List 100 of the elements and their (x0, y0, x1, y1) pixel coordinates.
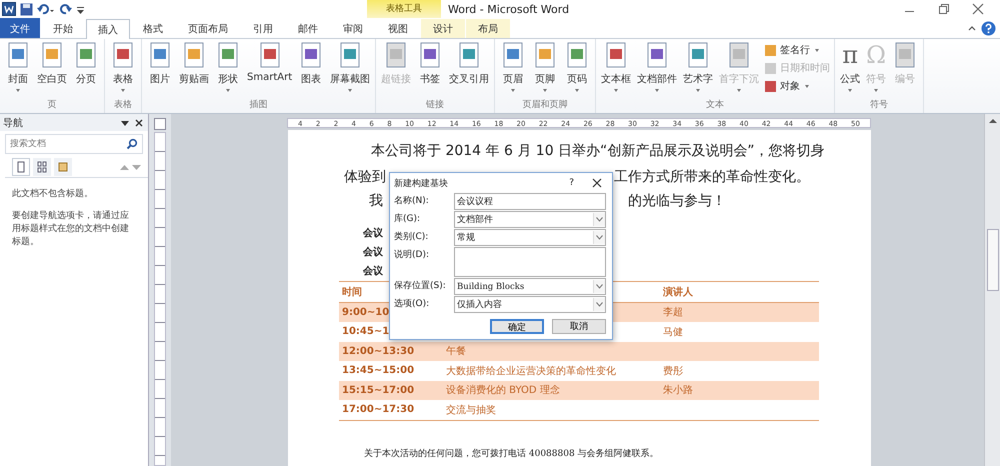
pages-icon (58, 161, 68, 173)
field-label: 会议 (363, 247, 383, 258)
group-label: 符号 (869, 98, 890, 112)
ribbon-tab[interactable]: 文件 (0, 18, 40, 38)
ribbon-tab[interactable]: 审阅 (331, 19, 375, 38)
caret-icon (596, 302, 603, 307)
paragraph-text: 工作方式所带来的革命性变化。 (614, 168, 810, 187)
pane-title: 导航 (3, 116, 23, 130)
dropdown[interactable]: 文档部件 (454, 211, 606, 228)
close-icon[interactable] (135, 118, 143, 126)
caret-icon (596, 284, 603, 289)
dropdown[interactable]: 常规 (454, 229, 606, 246)
field-label: 会议 (363, 228, 383, 239)
ribbon-small-button[interactable]: 对象 (762, 78, 832, 94)
caret-icon (596, 217, 603, 222)
help-icon[interactable] (981, 20, 996, 36)
group-label: 插图 (248, 98, 269, 112)
page-icon (16, 161, 26, 173)
ribbon-button[interactable]: 页眉 (497, 41, 530, 97)
square-icon (764, 44, 778, 56)
table-cell: 设备消费化的 BYOD 理念 (446, 385, 560, 396)
note-text: 关于本次活动的任何问题，您可拨打电话 40088808 与会务组阿健联系。 (364, 448, 660, 460)
undo-icon[interactable] (37, 2, 55, 16)
ribbon-button[interactable]: 表格 (107, 41, 139, 97)
ribbon-button[interactable]: 图表 (295, 41, 328, 97)
ribbon-button[interactable]: 交叉引用 (446, 41, 492, 97)
word-icon[interactable] (2, 2, 16, 16)
ribbon-button[interactable]: 页脚 (529, 41, 562, 97)
dialog-button[interactable]: 确定 (490, 319, 544, 334)
paragraph-text: 我 (369, 192, 383, 211)
ribbon-button[interactable]: 形状 (212, 41, 244, 97)
table-cell: 15:15~17:00 (342, 384, 414, 396)
scroll-up-icon[interactable] (988, 118, 996, 124)
input-field[interactable]: 会议议程 (454, 193, 606, 210)
close-icon[interactable] (972, 3, 984, 15)
table-cell: 9:00~10 (342, 306, 390, 318)
scrollbar[interactable] (984, 114, 1000, 466)
search-icon[interactable] (126, 138, 138, 150)
dropdown[interactable]: Building Blocks (454, 278, 606, 295)
table-cell: 大数据带给企业运营决策的革命性变化 (446, 366, 616, 377)
dialog-button[interactable]: 取消 (552, 319, 606, 334)
grid-icon (37, 161, 47, 173)
ribbon-button[interactable]: 文本框 (598, 41, 634, 97)
group-label: 表格 (113, 98, 133, 112)
square-icon (764, 80, 778, 92)
ribbon-button[interactable]: 艺术字 (680, 41, 716, 97)
ribbon-button[interactable]: 空白页 (34, 41, 70, 97)
group-label: 文本 (705, 98, 726, 112)
tab-selector[interactable] (154, 118, 166, 130)
ribbon-tab[interactable]: 视图 (376, 19, 420, 38)
paragraph-text: 的光临与参与！ (628, 192, 726, 211)
ribbon-button[interactable]: 封面 (2, 41, 34, 97)
dialog-title: 新建构建基块 (394, 178, 448, 190)
ribbon-tab[interactable]: 格式 (131, 19, 175, 38)
ribbon-tab[interactable]: 插入 (86, 19, 130, 39)
paragraph-text: 体验到 (344, 168, 386, 187)
ribbon-small-button[interactable]: 签名行 (762, 42, 832, 58)
table-cell: 朱小路 (663, 385, 693, 396)
table-cell: 13:45~15:00 (342, 365, 414, 376)
column-header: 时间 (342, 286, 362, 298)
help-button[interactable]: ? (569, 178, 574, 188)
ribbon-button[interactable]: 剪贴画 (176, 41, 212, 97)
table-cell: 10:45~1 (342, 326, 390, 338)
group-label: 链接 (425, 98, 446, 112)
close-icon[interactable] (592, 178, 602, 188)
redo-icon[interactable] (59, 2, 72, 16)
paragraph-text: 本公司将于 2014 年 6 月 10 日举办“创新产品展示及说明会”，您将切身 (371, 142, 826, 161)
ribbon-button[interactable]: 书签 (414, 41, 446, 97)
contextual-tab-label: 表格工具 (367, 0, 441, 18)
pane-tab[interactable] (12, 158, 30, 176)
pane-menu-icon[interactable] (121, 118, 129, 126)
window-title: Word - Microsoft Word (448, 2, 570, 16)
square-icon (764, 62, 778, 74)
pane-tab[interactable] (33, 158, 51, 176)
table-cell: 交流与抽奖 (446, 404, 496, 416)
scrollbar-thumb[interactable] (986, 229, 998, 291)
ribbon-tab[interactable]: 邮件 (286, 19, 330, 38)
pane-tab[interactable] (54, 158, 72, 176)
caret-icon (596, 235, 603, 240)
ribbon-tab[interactable]: 引用 (241, 19, 285, 38)
ribbon-tab[interactable]: 开始 (41, 19, 85, 38)
ribbon-tab[interactable]: 页面布局 (176, 19, 240, 38)
ribbon-button[interactable]: π 公式 (837, 41, 864, 97)
symbol-glyph: π (842, 41, 858, 69)
ribbon-button[interactable]: 页码 (561, 41, 594, 97)
dropdown[interactable]: 仅插入内容 (454, 296, 606, 313)
ribbon-button[interactable]: 屏幕截图 (327, 41, 374, 97)
ribbon-button[interactable]: 文档部件 (634, 41, 680, 97)
ribbon-button[interactable]: SmartArt (244, 41, 296, 97)
group-label: 页 (46, 99, 58, 112)
symbol-glyph: Ω (866, 41, 886, 69)
ribbon-button[interactable]: 图片 (144, 41, 176, 97)
table-cell: 马健 (663, 326, 683, 338)
table-cell: 17:00~17:30 (342, 404, 414, 416)
save-icon[interactable] (20, 2, 33, 16)
ribbon-tab[interactable]: 布局 (466, 19, 510, 38)
ribbon-button[interactable]: 分页 (70, 41, 102, 97)
field-label: 保存位置(S): (394, 280, 447, 293)
ribbon-tab[interactable]: 设计 (421, 19, 465, 38)
restore-icon[interactable] (938, 3, 950, 15)
